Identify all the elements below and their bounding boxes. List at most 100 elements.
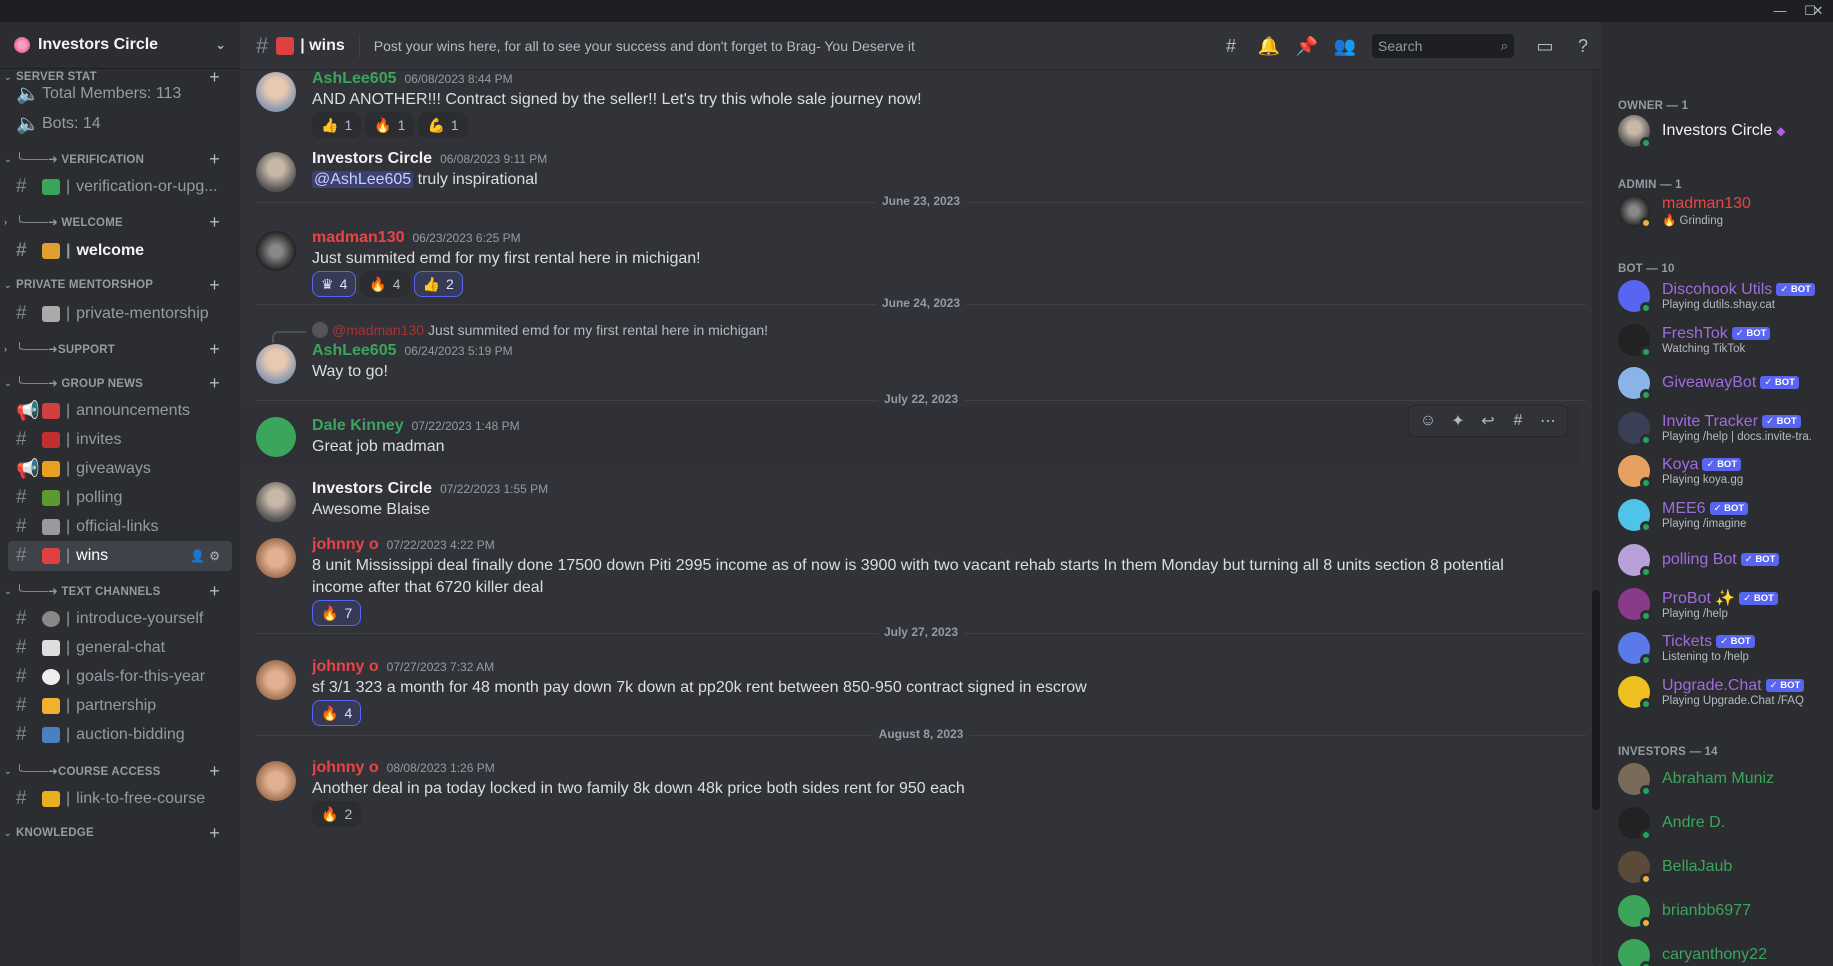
message-author[interactable]: Dale Kinney 07/22/2023 1:48 PM xyxy=(312,417,520,435)
message-author[interactable]: AshLee605 06/24/2023 5:19 PM xyxy=(312,342,513,360)
member-item[interactable]: Andre D. xyxy=(1610,802,1825,844)
channel-bots[interactable]: 🔈 Bots: 14 xyxy=(8,109,232,139)
avatar[interactable] xyxy=(256,660,296,700)
member-item[interactable]: brianbb6977 xyxy=(1610,890,1825,932)
bell-icon[interactable]: 🔔 xyxy=(1256,33,1282,59)
member-item[interactable]: Upgrade.Chat ✓ BOT Playing Upgrade.Chat /F… xyxy=(1610,671,1825,713)
channel-welcome[interactable]: # | welcome xyxy=(8,236,232,266)
avatar[interactable] xyxy=(256,344,296,384)
add-channel-icon[interactable]: + xyxy=(209,761,220,782)
category-verification[interactable]: ⌄ ╰───➜ VERIFICATION + xyxy=(0,149,240,169)
add-channel-icon[interactable]: + xyxy=(209,373,220,394)
minimize-button[interactable]: — xyxy=(1765,0,1795,22)
scrollbar[interactable] xyxy=(1592,70,1600,966)
avatar[interactable] xyxy=(256,152,296,192)
category-text-channels[interactable]: ⌄ ╰───➜ TEXT CHANNELS + xyxy=(0,581,240,601)
channel-topic[interactable]: Post your wins here, for all to see your… xyxy=(374,38,915,54)
reply-preview[interactable]: @madman130 Just summited emd for my firs… xyxy=(312,322,768,338)
message-author[interactable]: AshLee605 06/08/2023 8:44 PM xyxy=(312,70,513,88)
category-group-news[interactable]: ⌄ ╰───➜ GROUP NEWS + xyxy=(0,373,240,393)
message-author[interactable]: Investors Circle 07/22/2023 1:55 PM xyxy=(312,480,548,498)
avatar[interactable] xyxy=(256,538,296,578)
reaction[interactable]: 👍 2 xyxy=(413,271,463,297)
message[interactable]: johnny o 07/22/2023 4:22 PM 8 unit Missis… xyxy=(240,536,1580,626)
member-item[interactable]: FreshTok ✓ BOT Watching TikTok xyxy=(1610,319,1825,361)
avatar[interactable] xyxy=(256,231,296,271)
avatar[interactable] xyxy=(256,72,296,112)
message[interactable]: Investors Circle 07/22/2023 1:55 PM Aweso… xyxy=(240,480,1580,530)
channel-announcements[interactable]: 📢 | announcements xyxy=(8,396,232,426)
channel-settings-icons[interactable]: 👤⚙ xyxy=(190,549,224,563)
reaction[interactable]: 💪 1 xyxy=(418,112,468,138)
channel-partnership[interactable]: # | partnership xyxy=(8,691,232,721)
channel-giveaways[interactable]: 📢 | giveaways xyxy=(8,454,232,484)
add-channel-icon[interactable]: + xyxy=(209,149,220,170)
channel-general-chat[interactable]: # | general-chat xyxy=(8,633,232,663)
help-icon[interactable]: ? xyxy=(1570,33,1596,59)
category-course-access[interactable]: ⌄ ╰───➜COURSE ACCESS + xyxy=(0,761,240,781)
reaction[interactable]: 🔥 2 xyxy=(312,801,362,827)
channel-introduce-yourself[interactable]: # | introduce-yourself xyxy=(8,604,232,634)
threads-icon[interactable]: # xyxy=(1218,33,1244,59)
message[interactable]: madman130 06/23/2023 6:25 PM Just summite… xyxy=(240,229,1580,297)
member-item[interactable]: polling Bot ✓ BOT xyxy=(1610,539,1825,581)
channel-total-members[interactable]: 🔈 Total Members: 113 xyxy=(8,79,232,109)
reaction[interactable]: 🔥 4 xyxy=(312,700,362,726)
message[interactable]: johnny o 08/08/2023 1:26 PM Another deal … xyxy=(240,759,1580,829)
channel-verification[interactable]: # | verification-or-upg... xyxy=(8,172,232,202)
member-item[interactable]: Discohook Utils ✓ BOT Playing dutils.shay.… xyxy=(1610,275,1825,317)
inbox-icon[interactable]: ▭ xyxy=(1532,33,1558,59)
channel-goals[interactable]: # | goals-for-this-year xyxy=(8,662,232,692)
message-author[interactable]: madman130 06/23/2023 6:25 PM xyxy=(312,229,521,247)
category-support[interactable]: › ╰───➜SUPPORT + xyxy=(0,339,240,359)
reaction[interactable]: 🔥 7 xyxy=(312,600,362,626)
user-mention[interactable]: @AshLee605 xyxy=(312,171,414,188)
members-icon[interactable]: 👥 xyxy=(1332,33,1358,59)
search-input[interactable]: Search ⌕ xyxy=(1372,34,1514,58)
channel-link-to-free-course[interactable]: # | link-to-free-course xyxy=(8,784,232,814)
channel-polling[interactable]: # | polling xyxy=(8,483,232,513)
reaction[interactable]: 🔥 4 xyxy=(360,271,410,297)
message-author[interactable]: johnny o 07/27/2023 7:32 AM xyxy=(312,658,494,676)
member-item[interactable]: GiveawayBot ✓ BOT xyxy=(1610,362,1825,404)
member-item[interactable]: caryanthony22 xyxy=(1610,934,1825,966)
member-item[interactable]: Tickets ✓ BOT Listening to /help xyxy=(1610,627,1825,669)
close-button[interactable]: ✕ xyxy=(1803,0,1833,22)
add-channel-icon[interactable]: + xyxy=(209,275,220,296)
member-item[interactable]: Invite Tracker ✓ BOT Playing /help | docs.… xyxy=(1610,407,1825,449)
channel-invites[interactable]: # | invites xyxy=(8,425,232,455)
add-super-reaction-icon[interactable]: ✦ xyxy=(1443,411,1473,431)
channel-private-mentorship[interactable]: # | private-mentorship xyxy=(8,299,232,329)
member-item[interactable]: MEE6 ✓ BOT Playing /imagine xyxy=(1610,494,1825,536)
member-item[interactable]: madman130 🔥 Grinding xyxy=(1610,190,1825,232)
channel-wins[interactable]: # | wins 👤⚙ xyxy=(8,541,232,571)
avatar[interactable] xyxy=(256,761,296,801)
add-channel-icon[interactable]: + xyxy=(209,581,220,602)
message[interactable]: Investors Circle 06/08/2023 9:11 PM @AshL… xyxy=(240,150,1580,200)
message[interactable]: johnny o 07/27/2023 7:32 AM sf 3/1 323 a … xyxy=(240,658,1580,728)
channel-official-links[interactable]: # | official-links xyxy=(8,512,232,542)
member-item[interactable]: ProBot ✨ ✓ BOT Playing /help xyxy=(1610,583,1825,625)
reply-icon[interactable]: ↩ xyxy=(1473,411,1503,431)
reaction[interactable]: 👍 1 xyxy=(312,112,362,138)
avatar[interactable] xyxy=(256,482,296,522)
category-welcome[interactable]: › ╰───➜ WELCOME + xyxy=(0,212,240,232)
reaction[interactable]: ♛ 4 xyxy=(312,271,357,297)
member-item[interactable]: Koya ✓ BOT Playing koya.gg xyxy=(1610,450,1825,492)
message[interactable]: Dale Kinney 07/22/2023 1:48 PM Great job … xyxy=(240,405,1580,465)
message-author[interactable]: johnny o 08/08/2023 1:26 PM xyxy=(312,759,495,777)
message[interactable]: @madman130 Just summited emd for my firs… xyxy=(240,322,1580,392)
avatar[interactable] xyxy=(256,417,296,457)
server-header[interactable]: Investors Circle ⌄ xyxy=(0,22,240,69)
member-item[interactable]: BellaJaub xyxy=(1610,846,1825,888)
category-knowledge[interactable]: ⌄ KNOWLEDGE + xyxy=(0,823,240,843)
member-item[interactable]: Abraham Muniz xyxy=(1610,758,1825,800)
message[interactable]: AshLee605 06/08/2023 8:44 PM AND ANOTHER!… xyxy=(240,70,1580,140)
scrollbar-thumb[interactable] xyxy=(1592,590,1600,810)
add-reaction-icon[interactable]: ☺ xyxy=(1413,412,1443,430)
add-channel-icon[interactable]: + xyxy=(209,339,220,360)
message-author[interactable]: johnny o 07/22/2023 4:22 PM xyxy=(312,536,495,554)
chevron-down-icon[interactable]: ⌄ xyxy=(215,37,226,53)
add-channel-icon[interactable]: + xyxy=(209,823,220,844)
message-author[interactable]: Investors Circle 06/08/2023 9:11 PM xyxy=(312,150,547,168)
